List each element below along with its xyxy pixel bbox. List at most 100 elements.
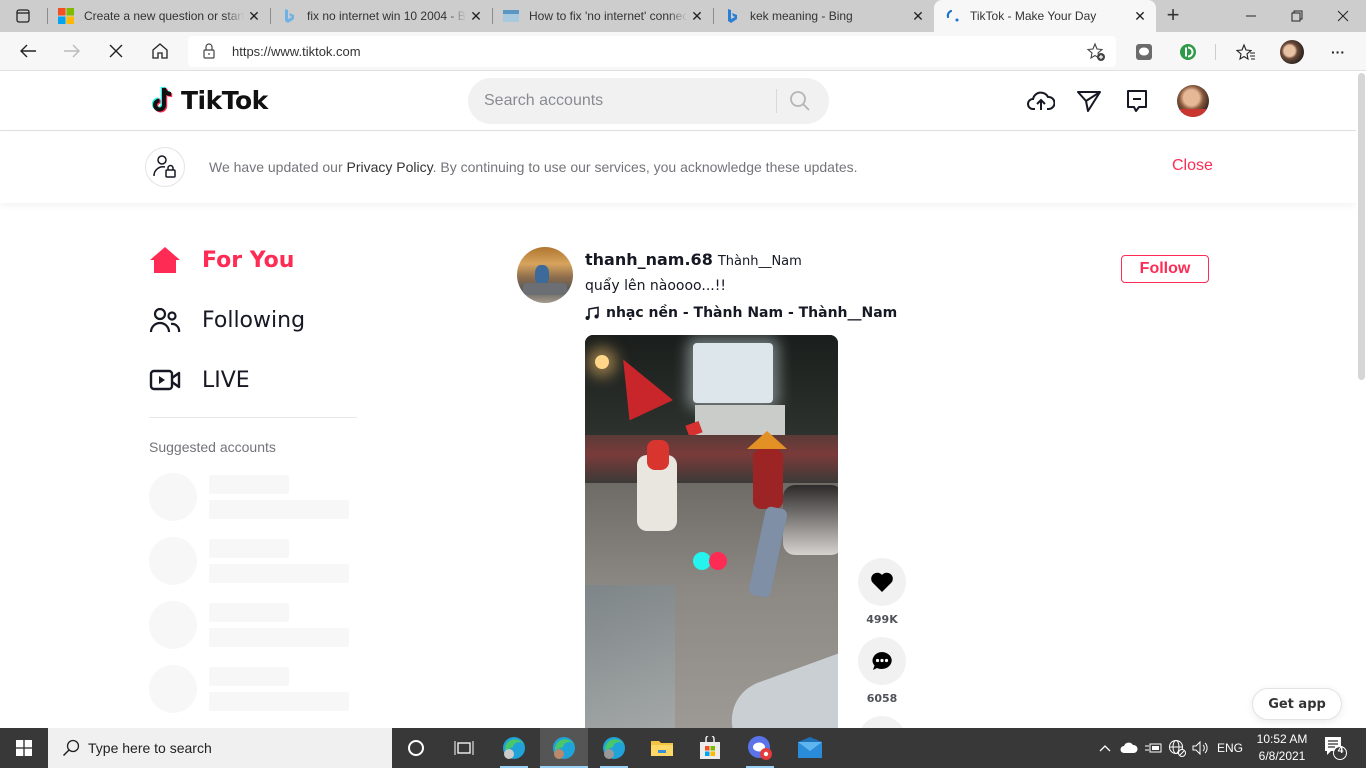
settings-more-button[interactable]: ··· xyxy=(1326,40,1350,64)
cloud-icon xyxy=(1120,742,1138,753)
sidebar-item-for-you[interactable]: For You xyxy=(149,240,357,280)
chevron-up-icon xyxy=(1099,745,1111,752)
search-box xyxy=(468,78,829,124)
windows-taskbar: Type here to search ENG 10:52 AM 6/8/202… xyxy=(0,728,1366,768)
sidebar-item-live[interactable]: LIVE xyxy=(149,360,357,400)
new-tab-button[interactable]: + xyxy=(1162,4,1184,26)
upload-button[interactable] xyxy=(1027,87,1055,115)
get-app-button[interactable]: Get app xyxy=(1252,688,1342,720)
minimize-button[interactable] xyxy=(1228,0,1274,32)
tab-close-button[interactable]: ✕ xyxy=(1130,8,1150,25)
browser-tab[interactable]: How to fix 'no internet' connection ✕ xyxy=(493,0,713,32)
discord-button[interactable] xyxy=(736,728,784,768)
sidebar-item-label: Following xyxy=(202,307,306,333)
language-indicator[interactable]: ENG xyxy=(1214,728,1246,768)
browser-tab-strip: Create a new question or start ✕ fix no … xyxy=(0,0,1366,32)
restore-button[interactable] xyxy=(1274,0,1320,32)
user-avatar[interactable] xyxy=(1177,85,1209,117)
address-bar[interactable]: https://www.tiktok.com xyxy=(188,36,1116,67)
tab-close-button[interactable]: ✕ xyxy=(244,8,264,25)
like-button[interactable] xyxy=(858,558,906,606)
profile-button[interactable] xyxy=(1280,40,1304,64)
suggested-account-skeleton xyxy=(149,473,349,521)
volume-tray-icon[interactable] xyxy=(1190,728,1212,768)
browser-tab-active[interactable]: TikTok - Make Your Day ✕ xyxy=(934,0,1156,32)
close-window-button[interactable] xyxy=(1320,0,1366,32)
lock-icon xyxy=(203,43,215,59)
tab-close-button[interactable]: ✕ xyxy=(908,8,928,25)
browser-tab[interactable]: Create a new question or start ✕ xyxy=(48,0,270,32)
back-button[interactable] xyxy=(14,38,42,64)
comment-action: 6058 xyxy=(858,637,906,705)
search-button[interactable] xyxy=(786,88,814,114)
network-tray-icon[interactable] xyxy=(1166,728,1188,768)
search-input[interactable] xyxy=(484,78,774,124)
scrollbar-thumb[interactable] xyxy=(1358,73,1365,380)
close-icon xyxy=(109,44,123,58)
page-scrollbar[interactable] xyxy=(1356,71,1366,726)
comment-icon xyxy=(872,652,892,670)
taskbar-edge-profile-3[interactable] xyxy=(590,728,638,768)
toolbar-divider xyxy=(1215,44,1216,60)
favorites-button[interactable] xyxy=(1234,40,1258,64)
onedrive-tray-icon[interactable] xyxy=(1118,728,1140,768)
browser-tab[interactable]: fix no internet win 10 2004 - Bing ✕ xyxy=(271,0,492,32)
inbox-button[interactable] xyxy=(1123,87,1151,115)
site-icon xyxy=(503,10,519,22)
video-frame-curb xyxy=(585,585,675,735)
cortana-icon xyxy=(408,740,424,756)
home-outline-icon xyxy=(152,43,168,59)
edge-icon xyxy=(553,737,575,759)
tab-actions-button[interactable] xyxy=(12,6,34,26)
discord-icon xyxy=(748,736,772,760)
comment-button[interactable] xyxy=(858,637,906,685)
stop-loading-button[interactable] xyxy=(102,38,130,64)
post-music[interactable]: nhạc nền - Thành Nam - Thành__Nam xyxy=(585,305,897,321)
file-explorer-button[interactable] xyxy=(638,728,686,768)
forward-button[interactable] xyxy=(58,38,86,64)
minimize-icon xyxy=(1246,15,1256,17)
tab-close-button[interactable]: ✕ xyxy=(466,8,486,25)
privacy-banner: We have updated our Privacy Policy. By c… xyxy=(0,132,1356,203)
privacy-icon-circle xyxy=(145,147,185,187)
search-icon xyxy=(62,739,80,757)
microsoft-store-button[interactable] xyxy=(686,728,734,768)
post-username[interactable]: thanh_nam.68 xyxy=(585,250,713,269)
heart-icon xyxy=(871,572,893,592)
privacy-policy-link[interactable]: Privacy Policy xyxy=(347,159,433,175)
tiktok-logo[interactable]: TikTok xyxy=(152,85,268,115)
video-player[interactable] xyxy=(585,335,838,735)
suggested-account-skeleton xyxy=(149,537,349,585)
taskbar-search-box[interactable]: Type here to search xyxy=(48,728,392,768)
tiktok-wordmark: TikTok xyxy=(181,85,268,115)
post-author[interactable]: thanh_nam.68 Thành__Nam xyxy=(585,250,802,269)
start-button[interactable] xyxy=(0,728,48,768)
sidebar-divider xyxy=(149,417,357,418)
taskbar-edge-profile-2[interactable] xyxy=(540,728,588,768)
messages-button[interactable] xyxy=(1075,87,1103,115)
cortana-button[interactable] xyxy=(392,728,440,768)
show-hidden-icons-button[interactable] xyxy=(1096,728,1114,768)
browser-tab[interactable]: kek meaning - Bing ✕ xyxy=(714,0,934,32)
power-tray-icon[interactable] xyxy=(1142,728,1164,768)
music-note-icon xyxy=(585,306,599,320)
taskbar-edge-profile-1[interactable] xyxy=(490,728,538,768)
edge-icon xyxy=(603,737,625,759)
mail-button[interactable] xyxy=(786,728,834,768)
home-button[interactable] xyxy=(146,38,174,64)
tab-close-button[interactable]: ✕ xyxy=(687,8,707,25)
follow-button[interactable]: Follow xyxy=(1121,255,1209,283)
add-favorite-icon[interactable] xyxy=(1086,42,1106,62)
mail-icon xyxy=(798,737,822,758)
banner-close-button[interactable]: Close xyxy=(1172,157,1213,175)
sidebar-item-following[interactable]: Following xyxy=(149,300,357,340)
pinterest-extension-button[interactable] xyxy=(1176,40,1200,64)
tab-title: How to fix 'no internet' connection xyxy=(529,9,687,23)
edge-icon xyxy=(503,737,525,759)
video-frame-dancer xyxy=(753,449,783,509)
task-view-button[interactable] xyxy=(440,728,488,768)
taskbar-clock[interactable]: 10:52 AM 6/8/2021 xyxy=(1252,731,1312,765)
action-center-button[interactable]: 4 xyxy=(1322,734,1348,767)
post-author-avatar[interactable] xyxy=(517,247,573,303)
line-extension-button[interactable] xyxy=(1132,40,1156,64)
